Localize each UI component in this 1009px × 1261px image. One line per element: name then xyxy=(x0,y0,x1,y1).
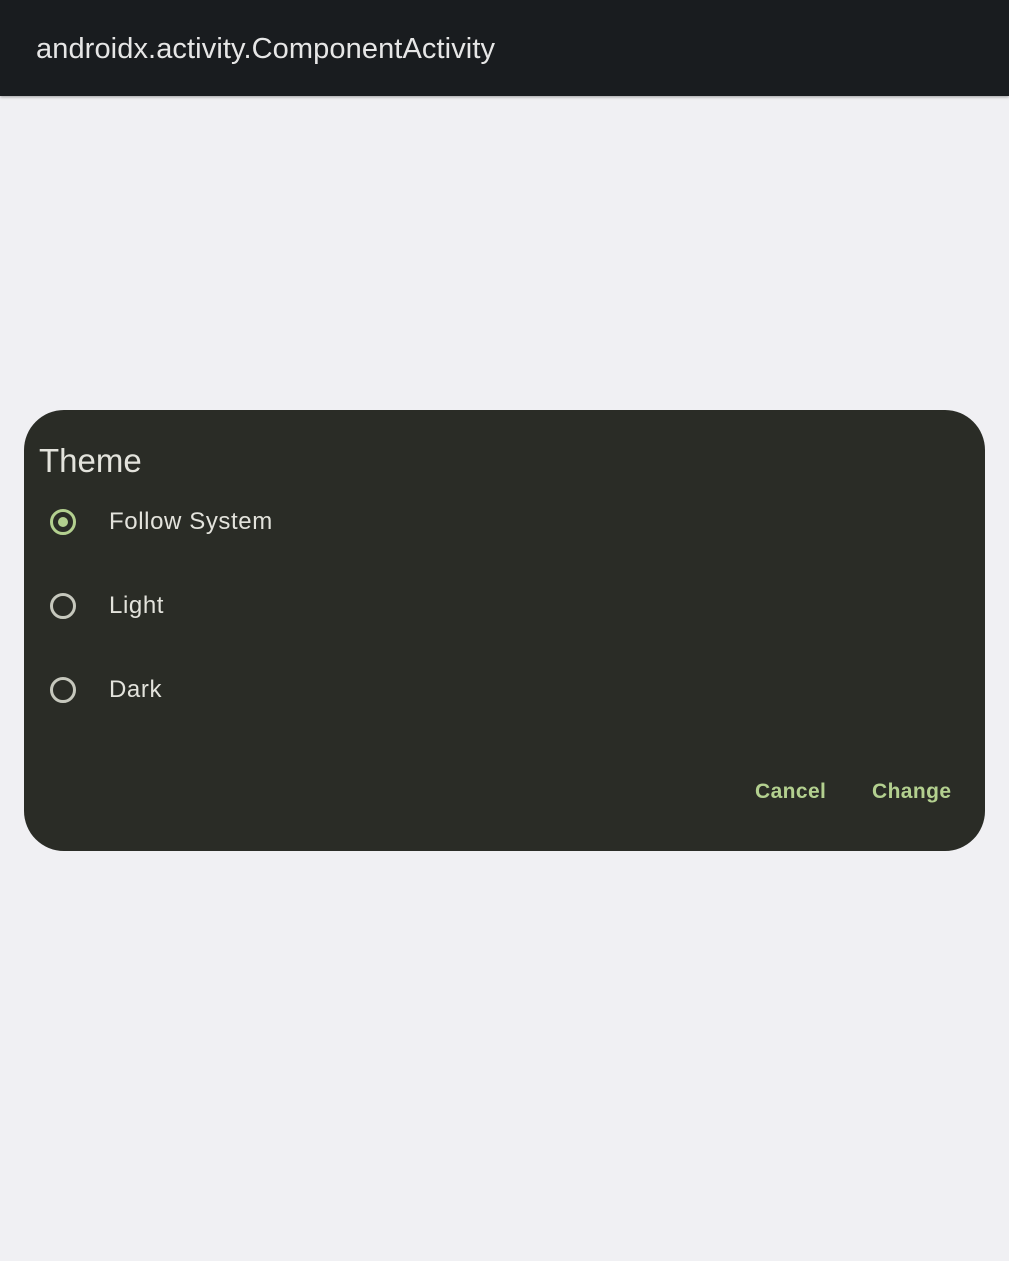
change-button[interactable]: Change xyxy=(872,776,951,808)
option-label: Follow System xyxy=(109,508,273,535)
option-follow-system[interactable]: Follow System xyxy=(24,482,985,566)
option-label: Dark xyxy=(109,676,163,703)
radio-button-unselected-icon[interactable] xyxy=(50,593,76,619)
radio-button-unselected-icon[interactable] xyxy=(50,677,76,703)
option-dark[interactable]: Dark xyxy=(24,650,985,734)
theme-dialog: Theme Follow System Light Dark Cancel Ch… xyxy=(24,410,985,851)
radio-button-selected-icon[interactable] xyxy=(50,509,76,535)
radio-dot-icon xyxy=(58,517,68,527)
app-bar: androidx.activity.ComponentActivity xyxy=(0,0,1009,96)
option-label: Light xyxy=(109,592,165,619)
app-bar-title: androidx.activity.ComponentActivity xyxy=(36,33,496,65)
dialog-title: Theme xyxy=(39,442,142,479)
cancel-button[interactable]: Cancel xyxy=(755,776,826,808)
option-light[interactable]: Light xyxy=(24,566,985,650)
